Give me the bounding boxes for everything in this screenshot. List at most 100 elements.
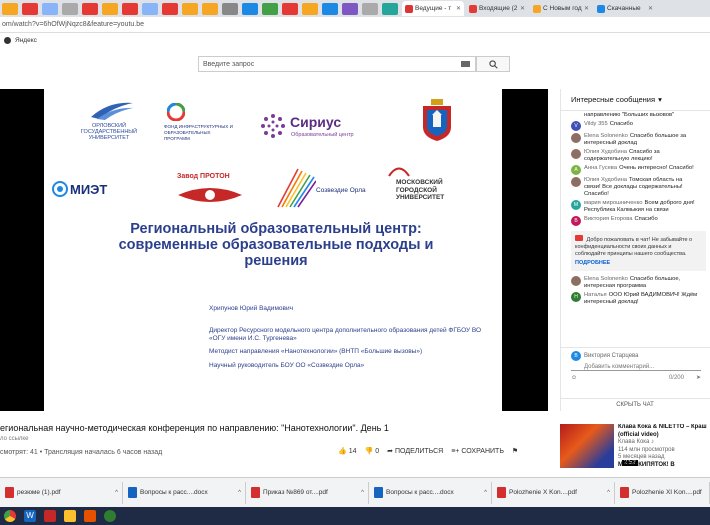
pinned-tab[interactable] xyxy=(142,2,158,15)
emoji-icon[interactable]: ☺ xyxy=(571,375,577,381)
download-item[interactable]: резюме (1).pdf ^ xyxy=(0,481,123,504)
close-tab-icon[interactable]: ✕ xyxy=(456,5,461,12)
tab[interactable]: Входящие (2 ✕ xyxy=(466,1,528,16)
recommendation-title[interactable]: Клава Кока & NILETTO – Краш (official vi… xyxy=(618,424,710,439)
avatar xyxy=(571,133,581,143)
save-button[interactable]: ≡+ СОХРАНИТЬ xyxy=(451,448,504,455)
chat-message: Elena Solonenko Спасибо большое за интере… xyxy=(561,132,710,148)
dislike-button[interactable]: 👎 0 xyxy=(364,447,380,456)
report-button[interactable]: ⚑ xyxy=(512,447,518,455)
close-tab-icon[interactable]: ✕ xyxy=(648,5,653,12)
recommended-video[interactable]: 2:52 Клава Кока & NILETTO – Краш (offici… xyxy=(560,424,710,474)
media-icon[interactable] xyxy=(84,510,96,522)
pinned-tab[interactable] xyxy=(302,2,318,15)
proton-name: Завод ПРОТОН xyxy=(177,173,230,180)
chat-mode-label[interactable]: Интересные сообщения xyxy=(571,95,655,104)
download-filename: Polozhenie X Kon....pdf xyxy=(509,489,577,496)
pinned-tab[interactable] xyxy=(182,2,198,15)
sozvezdie-name: Созвездие Орла xyxy=(316,187,366,194)
bookmark-yandex[interactable]: Яндекс xyxy=(15,37,37,44)
chat-input-placeholder: Добавить комментарий... xyxy=(584,364,655,370)
docx-file-icon xyxy=(374,487,383,498)
thumbs-up-icon: 👍 xyxy=(338,448,347,455)
whatsapp-icon[interactable] xyxy=(104,510,116,522)
pinned-tab[interactable] xyxy=(362,2,378,15)
recommendation-channel[interactable]: Клава Кока ♪ xyxy=(618,439,710,447)
word-icon[interactable]: W xyxy=(24,510,36,522)
pinned-tab[interactable] xyxy=(162,2,178,15)
tab[interactable]: С Новым год ✕ xyxy=(530,1,592,16)
flag-icon: ⚑ xyxy=(511,448,519,455)
tab-active[interactable]: Ведущие - т ✕ xyxy=(402,1,464,16)
pinned-tab[interactable] xyxy=(42,2,58,15)
chat-author: Виктория Егорова xyxy=(584,216,633,222)
next-recommendation-title[interactable]: МУКА+КИПЯТОК! В xyxy=(618,462,710,470)
pinned-tab[interactable] xyxy=(242,2,258,15)
chat-message: A Анна Гусева Очень интересно! Спасибо! xyxy=(561,164,710,176)
video-thumbnail[interactable] xyxy=(560,424,614,468)
pinned-tab[interactable] xyxy=(2,2,18,15)
pinned-tab[interactable] xyxy=(342,2,358,15)
pinned-tab[interactable] xyxy=(282,2,298,15)
close-tab-icon[interactable]: ✕ xyxy=(584,5,589,12)
like-button[interactable]: 👍 14 xyxy=(338,447,357,456)
pinned-tab[interactable] xyxy=(122,2,138,15)
learn-more-link[interactable]: ПОДРОБНЕЕ xyxy=(575,260,702,267)
chat-author: Анна Гусева xyxy=(584,165,618,171)
chat-author: Elena Solonenko xyxy=(584,133,628,139)
pinned-tab[interactable] xyxy=(382,2,398,15)
chat-comment-input[interactable]: Добавить комментарий... xyxy=(571,364,701,371)
pdf-file-icon xyxy=(251,487,260,498)
download-item[interactable]: Вопросы к расс....docx ^ xyxy=(123,481,246,504)
download-item[interactable]: Вопросы к расс....docx ^ xyxy=(369,481,492,504)
url-text[interactable]: om/watch?v=6hOfWjNqzc8&feature=youtu.be xyxy=(2,21,144,28)
chevron-up-icon[interactable]: ^ xyxy=(607,490,610,496)
presenter-name: Хрипунов Юрий Вадимович xyxy=(209,305,293,312)
pinned-tab[interactable] xyxy=(322,2,338,15)
pinned-tab[interactable] xyxy=(222,2,238,15)
oryol-region-emblem-icon xyxy=(423,99,451,141)
pinned-tab[interactable] xyxy=(62,2,78,15)
chevron-up-icon[interactable]: ^ xyxy=(115,490,118,496)
thumbs-down-icon: 👎 xyxy=(364,448,374,455)
chevron-up-icon[interactable]: ^ xyxy=(361,490,364,496)
address-bar[interactable]: om/watch?v=6hOfWjNqzc8&feature=youtu.be xyxy=(0,17,710,33)
search-input[interactable]: Введите запрос xyxy=(198,56,476,72)
downloads-bar: резюме (1).pdf ^ Вопросы к расс....docx … xyxy=(0,477,710,507)
sirius-name: Сириус xyxy=(290,114,342,130)
pinned-tab[interactable] xyxy=(22,2,38,15)
share-button[interactable]: ➦ ПОДЕЛИТЬСЯ xyxy=(387,447,443,456)
close-tab-icon[interactable]: ✕ xyxy=(520,5,525,12)
search-button[interactable] xyxy=(476,56,510,72)
browser-tab-strip: Ведущие - т ✕ Входящие (2 ✕ С Новым год … xyxy=(0,0,710,17)
avatar: H xyxy=(571,292,581,302)
download-item[interactable]: Polozhenie XI Kon....pdf xyxy=(615,481,710,504)
recommendation-info: Клава Кока & NILETTO – Краш (official vi… xyxy=(618,424,710,469)
video-player[interactable]: ОРЛОВСКИЙ ГОСУДАРСТВЕННЫЙ УНИВЕРСИТЕТ ФО… xyxy=(0,89,548,411)
pinned-tab[interactable] xyxy=(82,2,98,15)
pinned-tab[interactable] xyxy=(202,2,218,15)
proton-year: 1972 xyxy=(203,183,217,189)
download-item[interactable]: Polozhenie X Kon....pdf ^ xyxy=(492,481,615,504)
video-actions: 👍 14 👎 0 ➦ ПОДЕЛИТЬСЯ ≡+ СОХРАНИТЬ ⚑ xyxy=(338,447,518,456)
chrome-icon[interactable] xyxy=(4,510,16,522)
youtube-logo-icon xyxy=(575,235,583,241)
pinned-tab[interactable] xyxy=(262,2,278,15)
folder-icon[interactable] xyxy=(64,510,76,522)
download-item[interactable]: Приказ №869 от....pdf ^ xyxy=(246,481,369,504)
sirius-logo-icon xyxy=(261,114,285,138)
chevron-down-icon[interactable]: ▾ xyxy=(658,95,662,104)
send-icon[interactable]: ➤ xyxy=(696,374,701,381)
chat-header[interactable]: Интересные сообщения ▾ xyxy=(561,89,710,111)
keyboard-icon[interactable] xyxy=(461,61,470,67)
avatar xyxy=(571,177,581,187)
chevron-up-icon[interactable]: ^ xyxy=(484,490,487,496)
hide-chat-button[interactable]: СКРЫТЬ ЧАТ xyxy=(560,398,710,408)
tab[interactable]: Скачанные ✕ xyxy=(594,1,656,16)
pinned-tab[interactable] xyxy=(102,2,118,15)
acrobat-icon[interactable] xyxy=(44,510,56,522)
chat-message: направлению "Больших вызовов" xyxy=(561,111,710,120)
chat-author: Vildy 355 xyxy=(584,121,608,127)
chevron-up-icon[interactable]: ^ xyxy=(238,490,241,496)
chat-message: M мария мирошниченко Всем доброго дня! Ре… xyxy=(561,199,710,215)
